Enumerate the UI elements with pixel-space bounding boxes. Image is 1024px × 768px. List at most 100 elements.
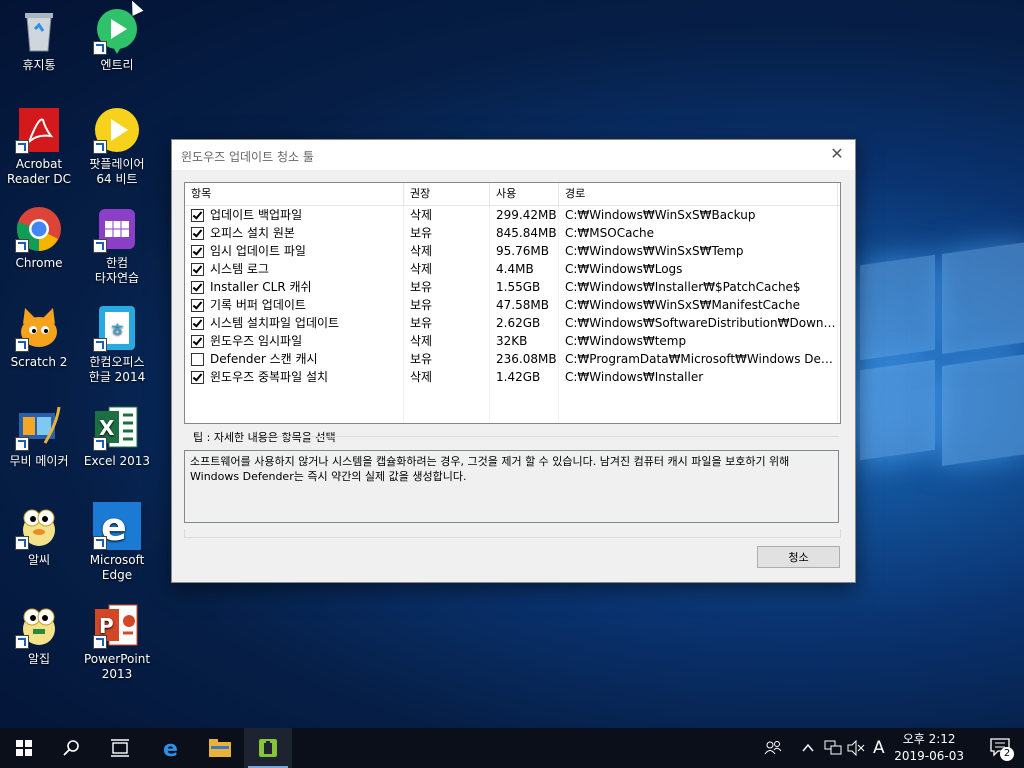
task-view-icon — [111, 739, 129, 757]
svg-text:e: e — [163, 737, 178, 759]
row-checkbox[interactable] — [191, 334, 204, 348]
list-empty-area — [185, 386, 840, 422]
row-checkbox[interactable] — [191, 226, 204, 240]
cleanup-row[interactable]: 기록 버퍼 업데이트 보유 47.58MB C:₩Windows₩WinSxS₩Man… — [185, 296, 840, 314]
desktop-icon-label: 엔트리 — [100, 58, 134, 72]
desktop-icon[interactable]: 엔트리 — [78, 7, 156, 73]
row-checkbox[interactable] — [191, 280, 204, 294]
taskbar-edge[interactable]: e — [148, 728, 196, 768]
search-button[interactable] — [48, 728, 96, 768]
desktop-icon[interactable]: Chrome — [0, 205, 78, 271]
desktop-icon[interactable]: 알집 — [0, 601, 78, 667]
network-button[interactable] — [824, 728, 842, 768]
row-size: 1.55GB — [490, 278, 559, 296]
status-strip — [184, 529, 841, 538]
column-header-size[interactable]: 사용 — [490, 183, 559, 205]
title-bar[interactable]: 윈도우즈 업데이트 청소 툴 ✕ — [172, 140, 855, 170]
desktop-icon[interactable]: e Microsoft Edge — [78, 502, 156, 583]
desktop-icon-label: Excel 2013 — [83, 454, 151, 468]
row-checkbox[interactable] — [191, 298, 204, 312]
desktop-icon[interactable]: Acrobat Reader DC — [0, 106, 78, 187]
cleanup-row[interactable]: Installer CLR 캐쉬 보유 1.55GB C:₩Windows₩Insta… — [185, 278, 840, 296]
taskbar: e A 오후 2:12 2019-06-03 2 — [0, 728, 1024, 768]
desktop-icon[interactable]: ㅎ 한컴오피스 한글 2014 — [78, 304, 156, 385]
taskbar-cleanup-tool[interactable] — [244, 728, 292, 768]
row-checkbox[interactable] — [191, 352, 204, 366]
clock-date: 2019-06-03 — [894, 749, 964, 763]
row-item-cell: 업데이트 백업파일 — [185, 206, 404, 224]
row-checkbox[interactable] — [191, 316, 204, 330]
row-recommend: 보유 — [404, 314, 490, 332]
excel-icon: X — [93, 403, 141, 451]
taskbar-file-explorer[interactable] — [196, 728, 244, 768]
desktop-icon-label: 한컴오피스 한글 2014 — [88, 355, 146, 384]
cleanup-row[interactable]: 임시 업데이트 파일 삭제 95.76MB C:₩Windows₩WinSxS₩Tem… — [185, 242, 840, 260]
row-name: Installer CLR 캐쉬 — [210, 280, 312, 294]
column-header-recommend[interactable]: 권장 — [404, 183, 490, 205]
shortcut-arrow-icon — [93, 437, 107, 451]
row-size: 1.42GB — [490, 368, 559, 386]
clean-button[interactable]: 청소 — [757, 546, 840, 568]
shortcut-arrow-icon — [15, 338, 29, 352]
row-checkbox[interactable] — [191, 244, 204, 258]
column-header-path[interactable]: 경로 — [559, 183, 838, 205]
tip-label: 팁 : 자세한 내용은 항목을 선택 — [193, 431, 336, 444]
cleanup-row[interactable]: 윈도우즈 중복파일 설치 삭제 1.42GB C:₩Windows₩Installer — [185, 368, 840, 386]
start-button[interactable] — [0, 728, 48, 768]
row-recommend: 보유 — [404, 278, 490, 296]
volume-muted-icon — [847, 740, 865, 756]
desktop-icon[interactable]: X Excel 2013 — [78, 403, 156, 469]
row-recommend: 삭제 — [404, 242, 490, 260]
action-center-button[interactable]: 2 — [990, 738, 1014, 761]
volume-button[interactable] — [847, 728, 865, 768]
task-view-button[interactable] — [96, 728, 144, 768]
people-button[interactable] — [764, 728, 782, 768]
row-recommend: 보유 — [404, 224, 490, 242]
show-hidden-icons-button[interactable] — [802, 728, 814, 768]
row-path: C:₩MSOCache — [559, 224, 838, 242]
desktop-icon[interactable]: 팟플레이어 64 비트 — [78, 106, 156, 187]
row-item-cell: 기록 버퍼 업데이트 — [185, 296, 404, 314]
row-name: 기록 버퍼 업데이트 — [210, 298, 306, 312]
clock[interactable]: 오후 2:12 2019-06-03 — [894, 731, 964, 765]
desktop-icon[interactable]: P PowerPoint 2013 — [78, 601, 156, 682]
dialog-title: 윈도우즈 업데이트 청소 툴 — [181, 150, 314, 164]
desktop-icon-label: Acrobat Reader DC — [7, 157, 71, 186]
row-size: 236.08MB — [490, 350, 559, 368]
desktop-icon-label: 무비 메이커 — [9, 454, 69, 468]
notification-count: 2 — [1000, 747, 1014, 761]
cleanup-row[interactable]: Defender 스캔 캐시 보유 236.08MB C:₩ProgramData₩M… — [185, 350, 840, 368]
desktop-icon[interactable]: 알씨 — [0, 502, 78, 568]
column-header-item[interactable]: 항목 — [185, 183, 404, 205]
row-checkbox[interactable] — [191, 208, 204, 222]
row-item-cell: 임시 업데이트 파일 — [185, 242, 404, 260]
cleanup-row[interactable]: 시스템 로그 삭제 4.4MB C:₩Windows₩Logs — [185, 260, 840, 278]
row-checkbox[interactable] — [191, 370, 204, 384]
ime-indicator[interactable]: A — [873, 728, 885, 768]
row-item-cell: Defender 스캔 캐시 — [185, 350, 404, 368]
list-header: 항목 권장 사용 경로 — [185, 183, 840, 206]
cleanup-row[interactable]: 업데이트 백업파일 삭제 299.42MB C:₩Windows₩WinSxS₩Bac… — [185, 206, 840, 224]
row-size: 2.62GB — [490, 314, 559, 332]
desktop-icon[interactable]: 무비 메이커 — [0, 403, 78, 469]
cleanup-row[interactable]: 시스템 설치파일 업데이트 보유 2.62GB C:₩Windows₩Software… — [185, 314, 840, 332]
cleanup-row[interactable]: 오피스 설치 원본 보유 845.84MB C:₩MSOCache — [185, 224, 840, 242]
shortcut-arrow-icon — [15, 140, 29, 154]
row-path: C:₩Windows₩temp — [559, 332, 838, 350]
desktop-icon[interactable]: 한컴 타자연습 — [78, 205, 156, 286]
folder-icon — [209, 739, 231, 757]
desktop-icon-label: PowerPoint 2013 — [83, 652, 151, 681]
cleanup-item-list[interactable]: 항목 권장 사용 경로 업데이트 백업파일 삭제 299.42MB C:₩Window… — [184, 182, 841, 424]
row-checkbox[interactable] — [191, 262, 204, 276]
desktop-icon[interactable]: 휴지통 — [0, 7, 78, 73]
cleanup-row[interactable]: 윈도우즈 임시파일 삭제 32KB C:₩Windows₩temp — [185, 332, 840, 350]
desktop-icon-label: 휴지통 — [22, 58, 56, 72]
row-path: C:₩Windows₩Installer — [559, 368, 838, 386]
desktop-icon[interactable]: Scratch 2 — [0, 304, 78, 370]
shortcut-arrow-icon — [93, 41, 107, 55]
row-recommend: 보유 — [404, 296, 490, 314]
close-icon[interactable]: ✕ — [827, 144, 847, 164]
row-size: 47.58MB — [490, 296, 559, 314]
shortcut-arrow-icon — [93, 635, 107, 649]
row-name: 윈도우즈 중복파일 설치 — [210, 370, 329, 384]
